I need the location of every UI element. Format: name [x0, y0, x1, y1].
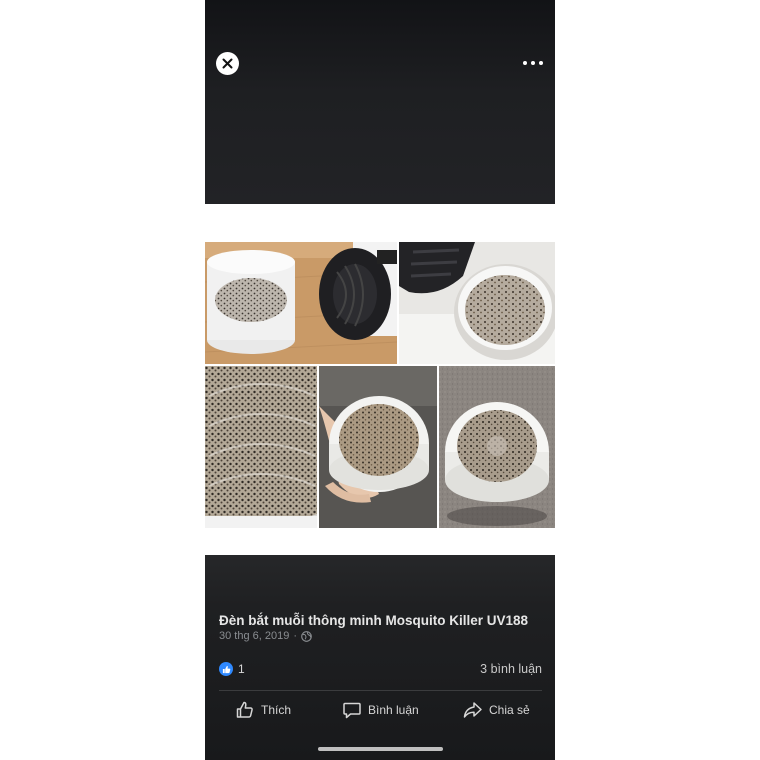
reactions-summary[interactable]: 1 [219, 662, 245, 676]
photo-tray-with-fan[interactable] [399, 242, 555, 364]
photo-top-margin [205, 204, 555, 242]
share-button[interactable]: Chia sẻ [462, 698, 530, 722]
share-label: Chia sẻ [489, 703, 530, 717]
close-button[interactable] [216, 52, 239, 75]
like-button[interactable]: Thích [235, 698, 291, 722]
photo-hand-holding-tray[interactable] [319, 366, 437, 528]
media-viewer-header [205, 0, 555, 204]
comment-bubble-icon [343, 702, 361, 719]
photo-tray-on-table[interactable] [205, 242, 397, 364]
photo-collage[interactable] [205, 242, 555, 532]
share-arrow-icon [463, 702, 482, 718]
comments-count[interactable]: 3 bình luận [480, 662, 542, 676]
like-badge-icon [219, 662, 233, 676]
divider [219, 690, 542, 691]
post-date[interactable]: 30 thg 6, 2019 [219, 630, 289, 642]
meta-separator: · [293, 630, 298, 642]
post-title[interactable]: Đèn bắt muỗi thông minh Mosquito Killer … [219, 613, 549, 628]
home-indicator[interactable] [318, 747, 443, 751]
like-label: Thích [261, 703, 292, 717]
photo-tray-on-ground[interactable] [439, 366, 555, 528]
photo-tray-closeup[interactable] [205, 366, 317, 528]
post-viewer: Đèn bắt muỗi thông minh Mosquito Killer … [205, 0, 555, 760]
post-meta: 30 thg 6, 2019 · [219, 630, 312, 642]
more-horizontal-icon [523, 61, 527, 65]
comment-label: Bình luận [368, 703, 419, 717]
thumbs-up-icon [236, 701, 253, 718]
more-options-button[interactable] [523, 56, 543, 70]
comment-button[interactable]: Bình luận [342, 698, 419, 722]
close-icon [222, 58, 233, 69]
reaction-count: 1 [238, 662, 245, 676]
globe-icon [301, 630, 312, 642]
post-details-panel [205, 555, 555, 760]
